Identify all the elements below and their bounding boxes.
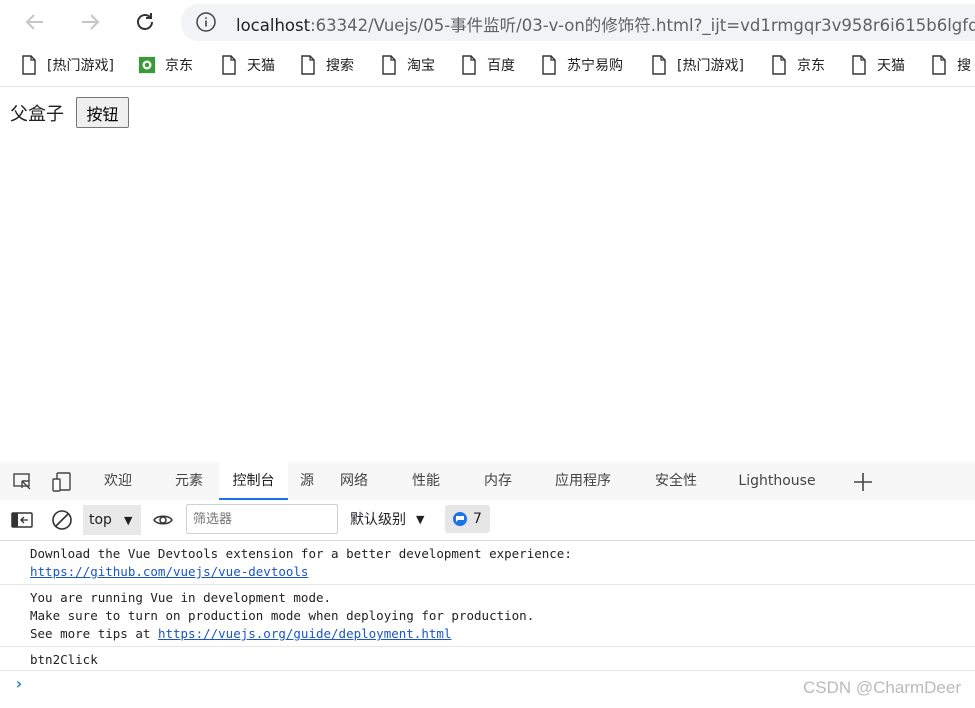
forward-arrow-icon[interactable] — [75, 7, 105, 37]
devtools-tab[interactable]: 内存 — [474, 462, 522, 500]
page-icon — [650, 54, 668, 76]
jd-logo-icon — [138, 54, 156, 76]
message-count: 7 — [473, 511, 482, 527]
console-text: See more tips at — [30, 626, 158, 641]
message-count-badge[interactable]: 7 — [445, 505, 490, 533]
log-level-value: 默认级别 — [350, 512, 406, 528]
console-toolbar: top ▼ 默认级别 ▼ 7 — [0, 500, 975, 541]
console-filter-input[interactable] — [186, 504, 338, 534]
console-message: Download the Vue Devtools extension for … — [0, 540, 975, 585]
bookmark-item[interactable]: [热门游戏] — [20, 53, 114, 77]
devtools-tab[interactable]: 性能 — [402, 462, 450, 500]
console-text: Download the Vue Devtools extension for … — [30, 546, 572, 561]
bookmark-item[interactable]: 天猫 — [850, 53, 905, 77]
console-message: You are running Vue in development mode.… — [0, 584, 975, 647]
page-icon — [770, 54, 788, 76]
devtools-tab-bar: 欢迎 元素 控制台源网络 性能 内存 应用程序 安全性 Lighthouse — [0, 462, 975, 501]
bookmark-label: 百度 — [487, 58, 515, 74]
sidebar-toggle-icon[interactable] — [11, 509, 33, 531]
back-arrow-icon[interactable] — [20, 7, 50, 37]
message-icon — [453, 512, 468, 526]
site-info-icon[interactable] — [195, 11, 217, 33]
clear-console-icon[interactable] — [51, 509, 73, 531]
chevron-down-icon: ▼ — [416, 512, 425, 526]
parent-box-label: 父盒子 — [10, 104, 64, 125]
bookmark-label: 搜 — [957, 58, 971, 74]
bookmark-item[interactable]: 苏宁易购 — [540, 53, 623, 77]
bookmark-item[interactable]: 搜 — [930, 53, 971, 77]
context-value: top — [89, 512, 112, 528]
devtools-tab[interactable]: 安全性 — [645, 462, 707, 500]
console-line: btn2Click — [30, 651, 98, 669]
url-text: localhost:63342/Vuejs/05-事件监听/03-v-on的修饰… — [236, 12, 975, 36]
bookmark-label: 京东 — [797, 58, 825, 74]
reload-icon[interactable] — [130, 7, 160, 37]
bookmark-label: [热门游戏] — [47, 58, 114, 74]
console-link[interactable]: https://github.com/vuejs/vue-devtools — [30, 564, 308, 579]
bookmark-label: 淘宝 — [407, 58, 435, 74]
device-toolbar-icon[interactable] — [51, 471, 73, 493]
console-text: Make sure to turn on production mode whe… — [30, 608, 535, 623]
bookmarks-bar: [热门游戏] 京东 天猫 搜索 淘宝 百度 苏宁易购 [热门游戏] 京东 天猫 搜 — [0, 44, 975, 87]
child-button[interactable]: 按钮 — [76, 97, 129, 128]
bookmark-item[interactable]: 天猫 — [220, 53, 275, 77]
console-prompt-icon[interactable]: › — [14, 674, 24, 693]
console-line: You are running Vue in development mode. — [30, 589, 331, 607]
console-text: You are running Vue in development mode. — [30, 590, 332, 605]
devtools-tab[interactable]: 应用程序 — [543, 462, 623, 500]
devtools-tab[interactable]: Lighthouse — [730, 462, 824, 500]
console-link[interactable]: https://vuejs.org/guide/deployment.html — [158, 626, 452, 641]
devtools-tab[interactable]: 元素 — [166, 462, 212, 500]
bookmark-item[interactable]: 京东 — [770, 53, 825, 77]
page-icon — [460, 54, 478, 76]
browser-toolbar: localhost:63342/Vuejs/05-事件监听/03-v-on的修饰… — [0, 0, 975, 44]
devtools-tab[interactable]: 网络 — [330, 462, 378, 500]
bookmark-label: 天猫 — [247, 58, 275, 74]
devtools-tab[interactable]: 欢迎 — [95, 462, 141, 500]
bookmark-item[interactable]: 京东 — [138, 53, 193, 77]
page-icon — [380, 54, 398, 76]
bookmark-item[interactable]: [热门游戏] — [650, 53, 744, 77]
console-line: Make sure to turn on production mode whe… — [30, 607, 534, 625]
page-icon — [20, 54, 38, 76]
page-icon — [299, 54, 317, 76]
address-bar[interactable]: localhost:63342/Vuejs/05-事件监听/03-v-on的修饰… — [181, 4, 975, 41]
bookmark-label: 天猫 — [877, 58, 905, 74]
console-text: btn2Click — [30, 652, 98, 667]
page-icon — [850, 54, 868, 76]
chevron-down-icon: ▼ — [123, 513, 133, 527]
bookmark-label: 京东 — [165, 58, 193, 74]
console-line: Download the Vue Devtools extension for … — [30, 545, 572, 563]
console-line: See more tips at https://vuejs.org/guide… — [30, 625, 451, 643]
bookmark-label: [热门游戏] — [677, 58, 744, 74]
page-icon — [540, 54, 558, 76]
context-selector[interactable]: top ▼ — [83, 505, 141, 535]
bookmark-label: 搜索 — [326, 58, 354, 74]
bookmark-label: 苏宁易购 — [567, 58, 623, 74]
url-path: :63342/Vuejs/05-事件监听/03-v-on的修饰符.html?_i… — [310, 16, 975, 35]
add-tab-icon[interactable] — [852, 471, 874, 493]
console-line: https://github.com/vuejs/vue-devtools — [30, 563, 308, 581]
log-level-selector[interactable]: 默认级别 ▼ — [350, 509, 424, 529]
url-host: localhost — [236, 16, 311, 35]
console-message: btn2Click — [0, 646, 975, 671]
devtools-tab[interactable]: 控制台 — [219, 462, 288, 500]
page-icon — [220, 54, 238, 76]
bookmark-item[interactable]: 搜索 — [299, 53, 354, 77]
eye-icon[interactable] — [152, 509, 174, 531]
page-icon — [930, 54, 948, 76]
bookmark-item[interactable]: 淘宝 — [380, 53, 435, 77]
bookmark-item[interactable]: 百度 — [460, 53, 515, 77]
inspect-element-icon[interactable] — [12, 471, 34, 493]
devtools-tab[interactable]: 源 — [290, 462, 324, 500]
watermark: CSDN @CharmDeer — [802, 678, 961, 697]
devtools-panel: 欢迎元素控制台源网络性能内存应用程序安全性 Lighthouse top ▼ 默认… — [0, 462, 975, 708]
